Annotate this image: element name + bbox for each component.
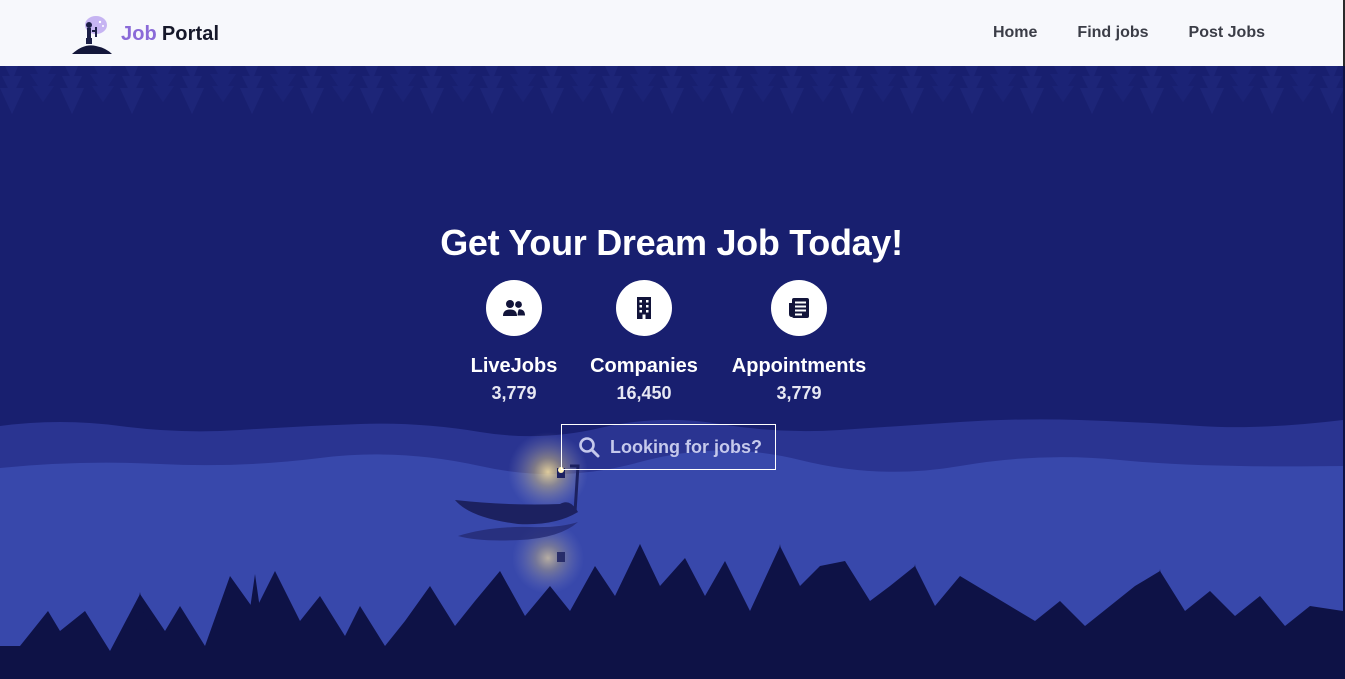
job-search-box[interactable] (561, 424, 776, 470)
brand-logo-link[interactable]: Job Portal (70, 13, 219, 55)
users-icon (503, 300, 525, 316)
stat-companies: Companies 16,450 (554, 280, 734, 404)
nav-link-post-jobs[interactable]: Post Jobs (1189, 24, 1265, 42)
search-icon (579, 437, 600, 458)
page: Job Portal Home Find jobs Post Jobs Get … (0, 0, 1345, 679)
stat-icon-circle (486, 280, 542, 336)
navbar: Job Portal Home Find jobs Post Jobs (0, 0, 1345, 66)
stat-label: Appointments (731, 355, 867, 377)
stat-icon-circle (616, 280, 672, 336)
brand-name: Job Portal (121, 23, 219, 46)
job-search-input[interactable] (610, 436, 770, 458)
nav-links: Home Find jobs Post Jobs (953, 0, 1265, 66)
nav-link-home[interactable]: Home (993, 24, 1037, 42)
hero-title: Get Your Dream Job Today! (440, 222, 903, 263)
brand-name-part1: Job (121, 22, 157, 45)
hero-section: Get Your Dream Job Today! LiveJobs 3,779 (0, 66, 1343, 679)
stat-value: 3,779 (776, 383, 822, 403)
stat-icon-circle (771, 280, 827, 336)
stat-value: 16,450 (616, 383, 672, 403)
brand-name-part2: Portal (161, 22, 220, 45)
stat-appointments: Appointments 3,779 (709, 280, 889, 404)
brand-logo-icon (72, 16, 112, 54)
newspaper-icon (789, 298, 809, 318)
building-icon (637, 297, 651, 319)
stat-label: Companies (590, 355, 698, 377)
nav-link-find-jobs[interactable]: Find jobs (1077, 24, 1148, 42)
